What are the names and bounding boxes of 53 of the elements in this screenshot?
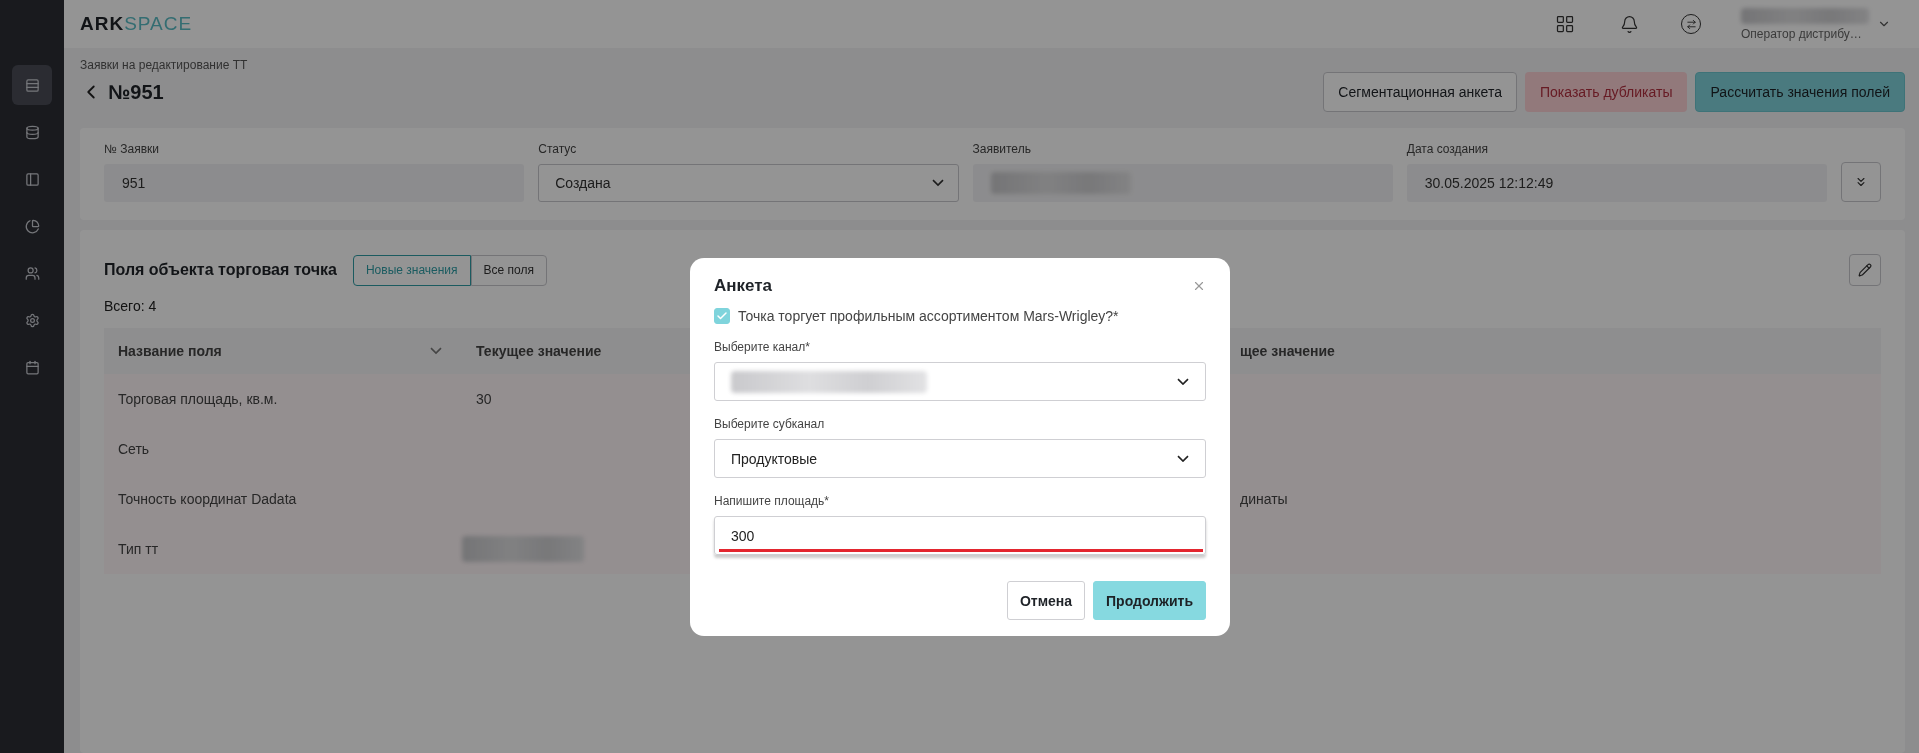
- readonly-field: 951: [104, 164, 525, 202]
- field-label: Выберите субканал: [714, 417, 826, 431]
- action-button[interactable]: Сегментационная анкета: [1323, 72, 1517, 112]
- page-title: №951: [108, 80, 164, 104]
- column-header: Текущее значение: [476, 343, 602, 359]
- select-field[interactable]: Продуктовые: [714, 439, 1206, 478]
- logo: ARKSPACE: [80, 13, 193, 35]
- edit-button[interactable]: [1849, 254, 1881, 286]
- table-cell-text: Тип тт: [117, 541, 160, 557]
- status-select[interactable]: Создана: [538, 164, 959, 202]
- chevron-icon: [1177, 454, 1189, 463]
- table-cell-text: 30: [475, 391, 493, 407]
- sort-chevron-icon[interactable]: [430, 347, 442, 355]
- dialog-title: Анкета: [714, 276, 773, 296]
- panel-title: Поля объекта торговая точка: [104, 261, 337, 279]
- panel-icon: [24, 171, 40, 187]
- check-icon: [716, 310, 728, 322]
- dialog-button[interactable]: Продолжить: [1093, 581, 1206, 620]
- field-label: Дата создания: [1406, 142, 1490, 156]
- field-label: Напишите площадь*: [714, 494, 831, 508]
- rows-icon: [24, 77, 40, 93]
- total-count: Всего: 4: [104, 298, 157, 314]
- users-icon: [24, 265, 40, 281]
- column-header: Название поля: [118, 343, 222, 359]
- table-cell-text: динаты: [1240, 491, 1289, 507]
- pie-chart-icon: [24, 218, 40, 234]
- breadcrumb[interactable]: Заявки на редактирование ТТ: [80, 58, 1905, 72]
- close-icon[interactable]: [1192, 279, 1206, 293]
- checkbox[interactable]: [714, 308, 730, 324]
- user-role: Оператор дистрибу…: [1741, 26, 1863, 41]
- field-label: Выберите канал*: [714, 340, 811, 354]
- chevron-icon: [1177, 377, 1189, 386]
- table-cell-text: Сеть: [117, 441, 151, 457]
- field-label: № Заявки: [104, 142, 160, 156]
- tab[interactable]: Все поля: [470, 254, 547, 286]
- checkbox-label: Точка торгует профильным ассортиментом Mars-Wrigley?*: [738, 308, 1119, 324]
- pencil-icon: [1858, 263, 1872, 277]
- settings-icon: [24, 312, 40, 328]
- select-field[interactable]: [714, 362, 1206, 401]
- input-field[interactable]: 300: [714, 516, 1206, 555]
- dialog-button[interactable]: Отмена: [1006, 581, 1086, 620]
- double-chevron-icon: [1854, 175, 1868, 189]
- chevron-icon: [931, 179, 944, 187]
- action-button[interactable]: Рассчитать значения полей: [1695, 72, 1905, 112]
- sidebar-item[interactable]: [12, 65, 52, 105]
- readonly-field: 30.05.2025 12:12:49: [1406, 164, 1827, 202]
- field-label: Заявитель: [972, 142, 1032, 156]
- table-cell-text: Торговая площадь, кв.м.: [117, 391, 279, 407]
- column-header: щее значение: [1240, 343, 1335, 359]
- field-label: Статус: [538, 142, 578, 156]
- database-icon: [24, 124, 40, 140]
- table-cell-text: Точность координат Dadata: [117, 491, 298, 507]
- calendar-icon: [24, 359, 40, 375]
